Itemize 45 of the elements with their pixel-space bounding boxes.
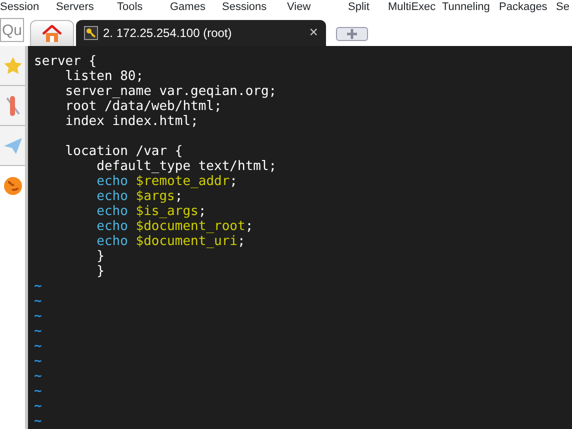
- empty-line-marker: ~: [34, 399, 43, 414]
- paper-plane-icon[interactable]: [0, 126, 25, 166]
- menu-item[interactable]: Packages: [499, 0, 556, 16]
- key-icon: [84, 26, 98, 40]
- menu-item[interactable]: Se: [556, 0, 572, 16]
- code-line: echo $document_root;: [96, 219, 254, 234]
- empty-line-marker: ~: [34, 279, 43, 294]
- home-tab[interactable]: [30, 20, 74, 46]
- globe-icon[interactable]: [2, 176, 22, 196]
- empty-line-marker: ~: [34, 339, 43, 354]
- empty-line-marker: ~: [34, 369, 43, 384]
- session-tab[interactable]: 2. 172.25.254.100 (root) ×: [76, 20, 326, 46]
- empty-line-marker: ~: [34, 354, 43, 369]
- menu-item[interactable]: Tunneling: [442, 0, 499, 16]
- code-line: index index.html;: [64, 114, 200, 129]
- code-line: echo $args;: [96, 189, 184, 204]
- code-line: echo $document_uri;: [96, 234, 246, 249]
- code-line: listen 80;: [64, 69, 145, 84]
- menu-item[interactable]: MultiExec: [388, 0, 442, 16]
- home-icon: [42, 24, 62, 42]
- code-line: echo $remote_addr;: [96, 174, 238, 189]
- empty-line-marker: ~: [34, 294, 43, 309]
- close-tab-button[interactable]: ×: [309, 22, 318, 44]
- menu-item[interactable]: Sessions: [222, 0, 287, 16]
- menu-item[interactable]: Servers: [56, 0, 117, 16]
- menu-item[interactable]: View: [287, 0, 348, 16]
- code-line: echo $is_args;: [96, 204, 208, 219]
- code-line: }: [96, 264, 106, 279]
- menu-item[interactable]: Split: [348, 0, 388, 16]
- code-line: server {: [34, 54, 98, 69]
- code-line: location /var {: [64, 144, 184, 159]
- new-tab-button[interactable]: [336, 27, 368, 41]
- code-line: default_type text/html;: [96, 159, 278, 174]
- empty-line-marker: ~: [34, 309, 43, 324]
- menu-item[interactable]: Session: [0, 0, 56, 16]
- plus-icon: [347, 29, 357, 39]
- empty-line-marker: ~: [34, 414, 43, 429]
- code-line: server_name var.geqian.org;: [64, 84, 278, 99]
- menu-item[interactable]: Tools: [117, 0, 170, 16]
- empty-line-marker: ~: [34, 324, 43, 339]
- code-line: root /data/web/html;: [64, 99, 223, 114]
- code-line: }: [96, 249, 106, 264]
- menu-item[interactable]: Games: [170, 0, 222, 16]
- quick-connect-field[interactable]: Qu: [0, 18, 24, 42]
- empty-line-marker: ~: [34, 384, 43, 399]
